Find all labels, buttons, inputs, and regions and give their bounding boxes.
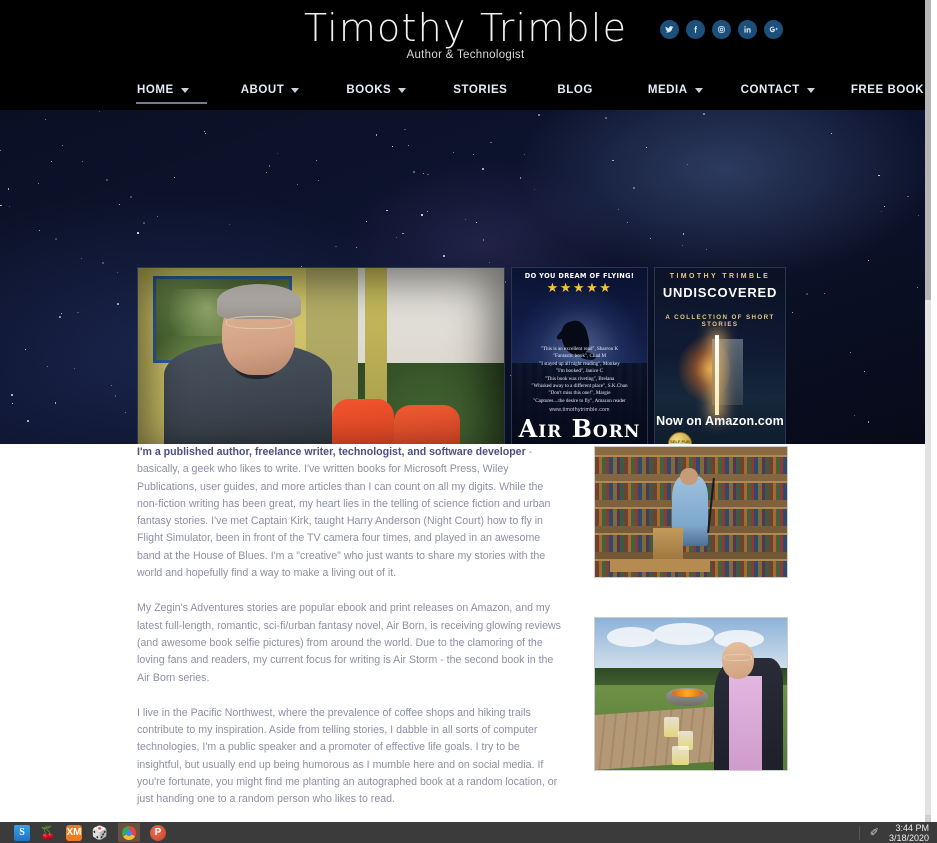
air-born-title: Air Born bbox=[518, 414, 641, 443]
nav-label: BLOG bbox=[557, 84, 593, 96]
screenshot-root: Timothy Trimble Author & Technologist HO… bbox=[0, 0, 937, 843]
nav-item-free-book[interactable]: FREE BOOK! bbox=[851, 84, 929, 96]
hero-media-row: DO YOU DREAM OF FLYING! ★★★★★ "This is a… bbox=[137, 267, 786, 444]
bio-paragraph-1-rest: - basically, a geek who likes to write. … bbox=[137, 446, 551, 580]
chevron-down-icon bbox=[398, 87, 407, 93]
bio-lead: I'm a published author, freelance writer… bbox=[137, 446, 526, 458]
nav-label: CONTACT bbox=[740, 84, 800, 96]
air-born-url: www.timothytrimble.com bbox=[549, 407, 610, 413]
nav-item-blog[interactable]: BLOG bbox=[557, 84, 592, 96]
air-born-tagline: DO YOU DREAM OF FLYING! bbox=[524, 272, 635, 280]
bio-paragraph-2: My Zegin's Adventures stories are popula… bbox=[137, 602, 561, 684]
browser-viewport: Timothy Trimble Author & Technologist HO… bbox=[0, 0, 931, 822]
nav-item-home[interactable]: HOME bbox=[136, 84, 207, 104]
undiscovered-author: TIMOTHY TRIMBLE bbox=[669, 273, 771, 280]
nav-item-about[interactable]: ABOUT bbox=[241, 84, 300, 96]
nav-item-books[interactable]: BOOKS bbox=[346, 84, 407, 96]
dice-icon[interactable]: 🎲 bbox=[92, 825, 108, 841]
outdoor-photo-frame bbox=[594, 617, 788, 771]
pen-icon[interactable]: ✐ bbox=[870, 827, 879, 838]
book-cover-undiscovered[interactable]: TIMOTHY TRIMBLE UNDISCOVERED A COLLECTIO… bbox=[654, 267, 786, 444]
nav-label: ABOUT bbox=[240, 84, 285, 96]
nav-label: HOME bbox=[137, 84, 174, 96]
chevron-down-icon bbox=[806, 87, 815, 93]
hero-section: DO YOU DREAM OF FLYING! ★★★★★ "This is a… bbox=[0, 110, 931, 444]
bookstore-photo bbox=[595, 447, 787, 577]
star-rating: ★★★★★ bbox=[546, 280, 613, 295]
scrollbar-thumb[interactable] bbox=[925, 0, 931, 300]
windows-taskbar: S 🍒 XM 🎲 P ✐ 3:44 PM 3/18/2020 bbox=[0, 822, 937, 843]
instagram-icon[interactable] bbox=[712, 20, 731, 39]
googleplus-icon[interactable] bbox=[764, 20, 783, 39]
facebook-icon[interactable] bbox=[686, 20, 705, 39]
snagit-icon[interactable]: S bbox=[14, 824, 30, 841]
bio-text-block: I'm a published author, freelance writer… bbox=[137, 444, 561, 822]
site-tagline: Author & Technologist bbox=[406, 49, 525, 61]
main-content: I'm a published author, freelance writer… bbox=[0, 444, 931, 822]
taskbar-clock[interactable]: 3:44 PM 3/18/2020 bbox=[889, 823, 929, 843]
air-born-review-quotes: "This is an excellent read", Sharron K "… bbox=[531, 346, 628, 404]
nav-item-contact[interactable]: CONTACT bbox=[741, 84, 815, 96]
outdoor-photo bbox=[595, 618, 787, 770]
author-portrait-photo bbox=[137, 267, 505, 444]
clock-date: 3/18/2020 bbox=[888, 832, 929, 843]
taskbar-app-icons: S 🍒 XM 🎲 P bbox=[14, 823, 166, 842]
site-header: Timothy Trimble Author & Technologist HO… bbox=[0, 0, 931, 110]
social-links bbox=[660, 20, 783, 39]
bio-paragraph-3: I live in the Pacific Northwest, where t… bbox=[137, 706, 558, 806]
bio-paragraph-1: I'm a published author, freelance writer… bbox=[137, 444, 561, 582]
powerpoint-icon[interactable]: P bbox=[150, 824, 166, 841]
tray-divider bbox=[858, 825, 860, 840]
nav-label: BOOKS bbox=[346, 84, 392, 96]
fruit-icon[interactable]: 🍒 bbox=[40, 825, 56, 841]
nav-item-media[interactable]: MEDIA bbox=[648, 84, 703, 96]
nav-label: MEDIA bbox=[647, 84, 688, 96]
chevron-down-icon bbox=[180, 87, 189, 93]
undiscovered-title: UNDISCOVERED bbox=[662, 285, 778, 300]
clock-time: 3:44 PM bbox=[895, 822, 929, 833]
side-photo-column bbox=[594, 446, 788, 771]
chevron-down-icon bbox=[694, 87, 703, 93]
chrome-icon[interactable] bbox=[118, 823, 140, 842]
page-title: Timothy Trimble bbox=[303, 6, 628, 50]
undiscovered-callout: Now on Amazon.com bbox=[656, 414, 784, 428]
main-navigation: HOME ABOUT BOOKS STORIES BLOG MEDIA CONT… bbox=[0, 84, 931, 110]
xmind-icon[interactable]: XM bbox=[66, 824, 82, 841]
twitter-icon[interactable] bbox=[660, 20, 679, 39]
book-cover-air-born[interactable]: DO YOU DREAM OF FLYING! ★★★★★ "This is a… bbox=[511, 267, 648, 444]
linkedin-icon[interactable] bbox=[738, 20, 757, 39]
scroll-down-arrow[interactable] bbox=[925, 815, 931, 822]
undiscovered-subtitle: A COLLECTION OF SHORT STORIES bbox=[665, 314, 775, 328]
chevron-down-icon bbox=[291, 87, 300, 93]
bookstore-photo-frame bbox=[594, 446, 788, 578]
nav-label: STORIES bbox=[453, 84, 508, 96]
taskbar-system-tray: ✐ 3:44 PM 3/18/2020 bbox=[858, 823, 937, 843]
nav-item-stories[interactable]: STORIES bbox=[453, 84, 507, 96]
nav-label: FREE BOOK! bbox=[850, 84, 929, 96]
page-scrollbar[interactable] bbox=[925, 0, 931, 822]
